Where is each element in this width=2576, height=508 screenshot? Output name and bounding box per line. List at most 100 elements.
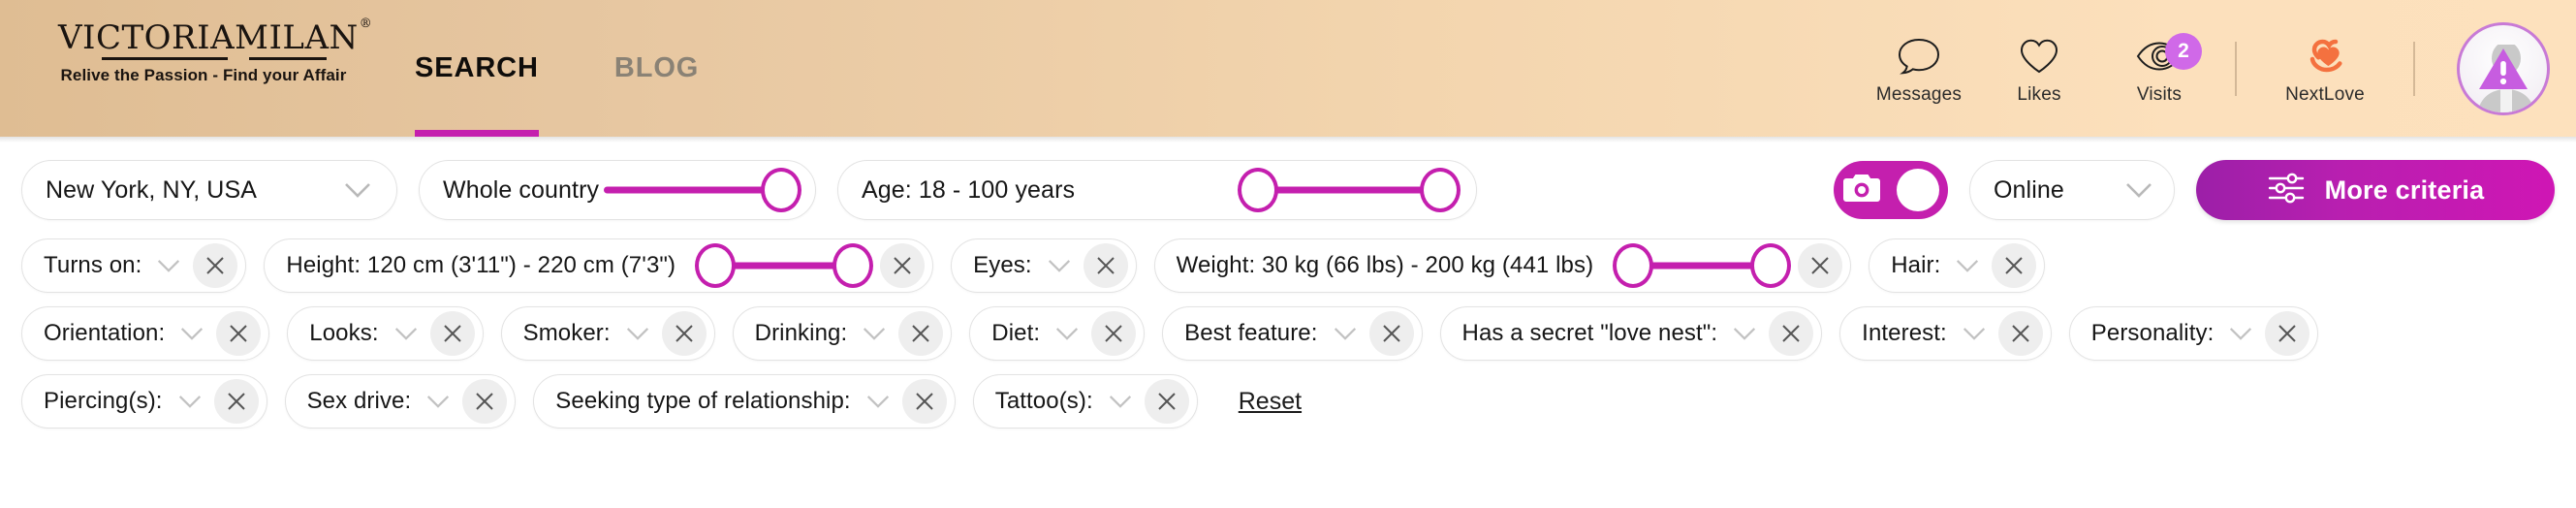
toggle-thumb[interactable] xyxy=(1897,169,1939,211)
filter-label: Has a secret "love nest": xyxy=(1461,320,1718,346)
visits-badge: 2 xyxy=(2165,33,2202,70)
age-slider[interactable] xyxy=(1238,168,1461,212)
filter-tattoos[interactable]: Tattoo(s): xyxy=(972,374,1198,429)
slider-knob-min[interactable] xyxy=(1613,243,1654,288)
location-value: New York, NY, USA xyxy=(46,175,258,204)
nav-item-visits-label: Visits xyxy=(2136,84,2183,105)
filter-turns-on[interactable]: Turns on: xyxy=(21,238,247,293)
chevron-down-icon[interactable] xyxy=(178,395,202,409)
clear-filter-button[interactable] xyxy=(1144,379,1189,424)
online-value: Online xyxy=(1994,175,2064,204)
country-label: Whole country xyxy=(443,175,600,204)
tab-search[interactable]: SEARCH xyxy=(415,0,539,137)
weight-range-slider[interactable] xyxy=(1613,243,1792,288)
chevron-down-icon[interactable] xyxy=(1109,395,1132,409)
avatar-button[interactable] xyxy=(2431,0,2576,137)
clear-filter-button[interactable] xyxy=(1992,243,2037,288)
nav-item-likes[interactable]: Likes xyxy=(1979,0,2099,137)
clear-filter-button[interactable] xyxy=(213,379,259,424)
filter-sex-drive[interactable]: Sex drive: xyxy=(284,374,517,429)
nav-item-visits[interactable]: 2 Visits xyxy=(2099,0,2219,137)
filter-label: Weight: 30 kg (66 lbs) - 200 kg (441 lbs… xyxy=(1176,252,1594,278)
chevron-down-icon[interactable] xyxy=(157,259,180,273)
chevron-down-icon[interactable] xyxy=(626,327,649,341)
chevron-down-icon[interactable] xyxy=(344,182,371,199)
filter-drinking[interactable]: Drinking: xyxy=(732,306,953,361)
filter-label: Drinking: xyxy=(754,320,848,346)
warning-triangle-icon xyxy=(2479,48,2528,89)
chevron-down-icon[interactable] xyxy=(1733,327,1756,341)
clear-filter-button[interactable] xyxy=(1997,311,2043,356)
chevron-down-icon[interactable] xyxy=(2125,182,2152,199)
chevron-down-icon[interactable] xyxy=(394,327,418,341)
chevron-down-icon[interactable] xyxy=(1055,327,1079,341)
filter-interest[interactable]: Interest: xyxy=(1839,306,2052,361)
filter-looks[interactable]: Looks: xyxy=(287,306,484,361)
clear-filter-button[interactable] xyxy=(880,243,926,288)
filter-personality[interactable]: Personality: xyxy=(2068,306,2319,361)
clear-filter-button[interactable] xyxy=(1083,243,1128,288)
header-divider-2 xyxy=(2413,41,2415,96)
clear-filter-button[interactable] xyxy=(462,379,508,424)
reset-filters-link[interactable]: Reset xyxy=(1239,388,1302,416)
brand-logo[interactable]: VICTORIAMILAN® Relive the Passion - Find… xyxy=(58,17,372,85)
chevron-down-icon[interactable] xyxy=(866,395,890,409)
location-dropdown[interactable]: New York, NY, USA xyxy=(21,160,397,220)
filter-seeking-relationship[interactable]: Seeking type of relationship: xyxy=(533,374,956,429)
slider-knob-max[interactable] xyxy=(1420,168,1461,212)
chevron-down-icon[interactable] xyxy=(1963,327,1986,341)
clear-filter-button[interactable] xyxy=(1769,311,1814,356)
chevron-down-icon[interactable] xyxy=(1956,259,1979,273)
tab-blog-label: BLOG xyxy=(613,52,700,83)
chevron-down-icon[interactable] xyxy=(426,395,450,409)
slider-knob-min[interactable] xyxy=(1238,168,1278,212)
sliders-icon xyxy=(2267,172,2306,209)
slider-knob-max[interactable] xyxy=(1750,243,1792,288)
nav-item-messages[interactable]: Messages xyxy=(1859,0,1979,137)
chevron-down-icon[interactable] xyxy=(180,327,204,341)
filter-eyes[interactable]: Eyes: xyxy=(951,238,1137,293)
clear-filter-button[interactable] xyxy=(898,311,944,356)
filter-row-primary: New York, NY, USA Whole country Age: 18 … xyxy=(21,160,2555,220)
double-heart-icon xyxy=(2301,36,2349,81)
clear-filter-button[interactable] xyxy=(1368,311,1414,356)
filter-diet[interactable]: Diet: xyxy=(969,306,1146,361)
country-distance-slider[interactable] xyxy=(604,168,801,212)
height-range-slider[interactable] xyxy=(695,243,874,288)
filter-hair[interactable]: Hair: xyxy=(1869,238,2046,293)
clear-filter-button[interactable] xyxy=(429,311,475,356)
filter-love-nest[interactable]: Has a secret "love nest": xyxy=(1439,306,1823,361)
online-status-dropdown[interactable]: Online xyxy=(1969,160,2175,220)
logo-wordmark: VICTORIAMILAN® xyxy=(58,17,372,54)
nav-item-nextlove[interactable]: NextLove xyxy=(2252,0,2398,137)
chevron-down-icon[interactable] xyxy=(863,327,886,341)
chevron-down-icon[interactable] xyxy=(2229,327,2252,341)
filter-weight[interactable]: Weight: 30 kg (66 lbs) - 200 kg (441 lbs… xyxy=(1153,238,1852,293)
filter-smoker[interactable]: Smoker: xyxy=(500,306,715,361)
filter-label: Height: 120 cm (3'11") - 220 cm (7'3") xyxy=(286,252,676,278)
filter-label: Eyes: xyxy=(973,252,1032,278)
filter-height[interactable]: Height: 120 cm (3'11") - 220 cm (7'3") xyxy=(264,238,934,293)
clear-filter-button[interactable] xyxy=(1091,311,1137,356)
clear-filter-button[interactable] xyxy=(1798,243,1843,288)
slider-knob-max[interactable] xyxy=(761,168,801,212)
clear-filter-button[interactable] xyxy=(216,311,262,356)
chevron-down-icon[interactable] xyxy=(1048,259,1071,273)
filter-orientation[interactable]: Orientation: xyxy=(21,306,270,361)
filter-piercings[interactable]: Piercing(s): xyxy=(21,374,267,429)
photo-only-toggle[interactable] xyxy=(1834,161,1948,219)
clear-filter-button[interactable] xyxy=(661,311,707,356)
chevron-down-icon[interactable] xyxy=(1334,327,1357,341)
clear-filter-button[interactable] xyxy=(901,379,947,424)
clear-filter-button[interactable] xyxy=(193,243,238,288)
clear-filter-button[interactable] xyxy=(2265,311,2310,356)
filter-best-feature[interactable]: Best feature: xyxy=(1162,306,1423,361)
age-range-filter[interactable]: Age: 18 - 100 years xyxy=(837,160,1477,220)
brand-tagline: Relive the Passion - Find your Affair xyxy=(60,66,347,84)
header-divider-1 xyxy=(2235,41,2237,96)
slider-knob-max[interactable] xyxy=(832,243,874,288)
more-criteria-button[interactable]: More criteria xyxy=(2196,160,2555,220)
slider-knob-min[interactable] xyxy=(695,243,737,288)
country-range-filter[interactable]: Whole country xyxy=(419,160,816,220)
tab-blog[interactable]: BLOG xyxy=(614,0,699,137)
